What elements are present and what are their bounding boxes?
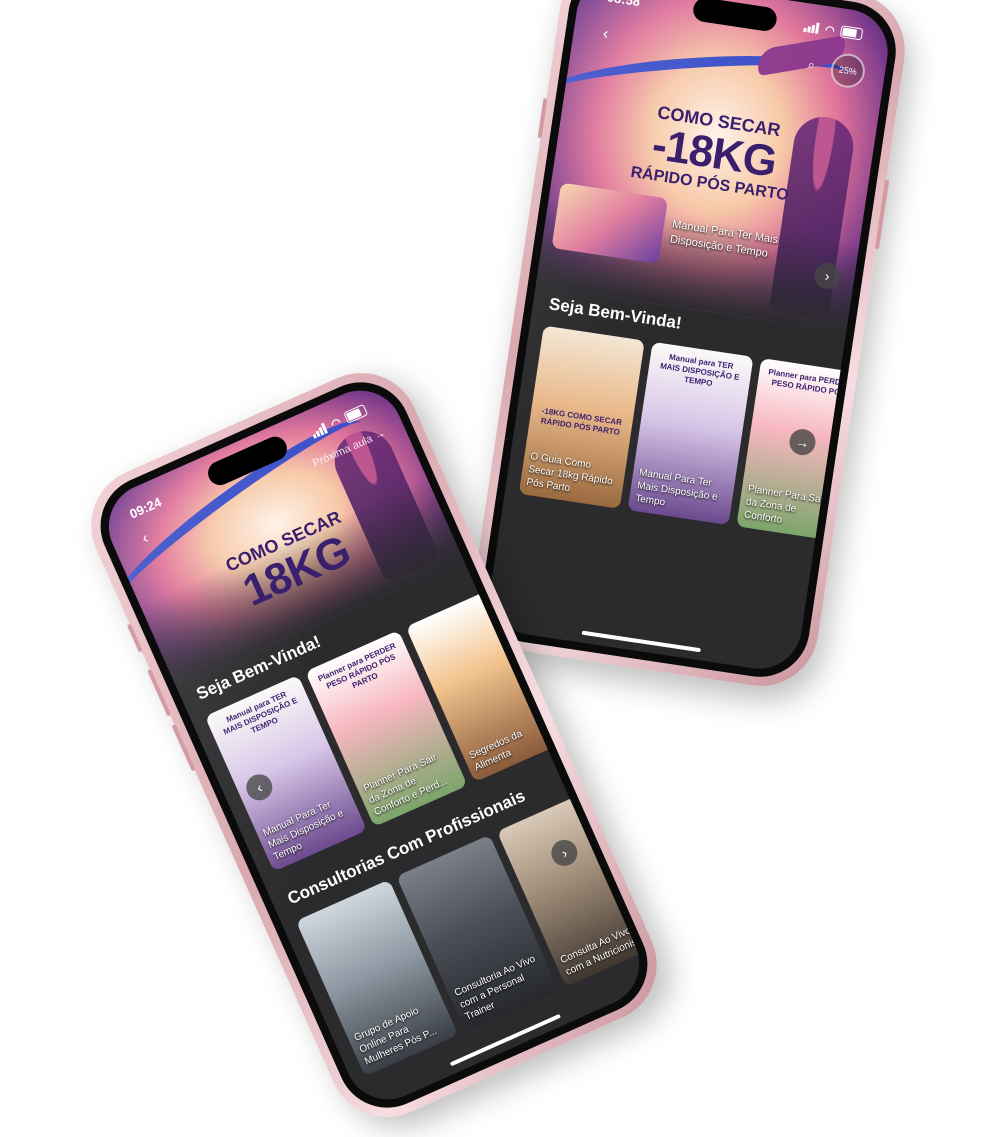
card-cover-text: -18KG COMO SECAR RÁPIDO PÓS PARTO (540, 406, 623, 437)
back-arrow-icon[interactable]: ‹ (592, 21, 619, 48)
search-icon[interactable]: ⌕ (798, 52, 825, 79)
consult-card-label: Consultoria Ao Vivo com a Personal Train… (453, 953, 538, 1023)
course-card-label: Planner Para Sair da Zona de Conforto (743, 483, 827, 526)
course-card-label: Manual Para Ter Mais Disposição e Tempo (634, 467, 719, 509)
home-indicator (581, 630, 701, 653)
battery-icon (839, 25, 864, 41)
consult-card-label: Consulta Ao Vivo com a Nutricionista (558, 925, 647, 978)
wifi-icon: ◠ (824, 23, 836, 37)
next-lesson-title: Manual Para Ter Mais Disposição e Tempo (669, 218, 779, 260)
hero-banner[interactable]: ‹ ⌕ 25% COMO SECAR -18KG RÁPIDO PÓS PART… (535, 0, 894, 333)
course-card[interactable]: -18KG COMO SECAR RÁPIDO PÓS PARTO O Guia… (518, 325, 645, 509)
next-lesson-thumbnail (551, 182, 669, 264)
chevron-right-icon[interactable]: › (812, 261, 843, 291)
phone-back: 08:58 ◠ ‹ ⌕ 25% (465, 0, 913, 694)
consult-card-label: Grupo de Apoio Online Para Mulheres Pós … (352, 1005, 439, 1068)
card-cover-text: Manual para TER MAIS DISPOSIÇÃO E TEMPO (659, 352, 741, 389)
status-time: 08:58 (606, 0, 641, 9)
battery-icon (343, 403, 369, 424)
progress-indicator: 25% (828, 51, 868, 91)
course-card-label: Planner Para Sair da Zona de Conforto e … (361, 752, 450, 819)
card-cover-text: Planner para PERDER PESO RÁPIDO PÓS (767, 367, 853, 398)
signal-icon (803, 20, 821, 34)
signal-icon (310, 422, 329, 439)
course-card-label: O Guia Como Secar 18kg Rápido Pós Parto (525, 451, 614, 495)
course-card-label: Manual Para Ter Mais Disposição e Tempo (261, 799, 346, 863)
course-card[interactable]: Manual para TER MAIS DISPOSIÇÃO E TEMPO … (627, 341, 754, 526)
course-card-label: Segredos da Alimenta (467, 728, 525, 774)
arrow-right-icon: → (372, 427, 388, 443)
phone-bezel: 08:58 ◠ ‹ ⌕ 25% (475, 0, 903, 684)
power-button (874, 179, 890, 250)
volume-button (537, 98, 548, 139)
wifi-icon: ◠ (329, 415, 343, 431)
